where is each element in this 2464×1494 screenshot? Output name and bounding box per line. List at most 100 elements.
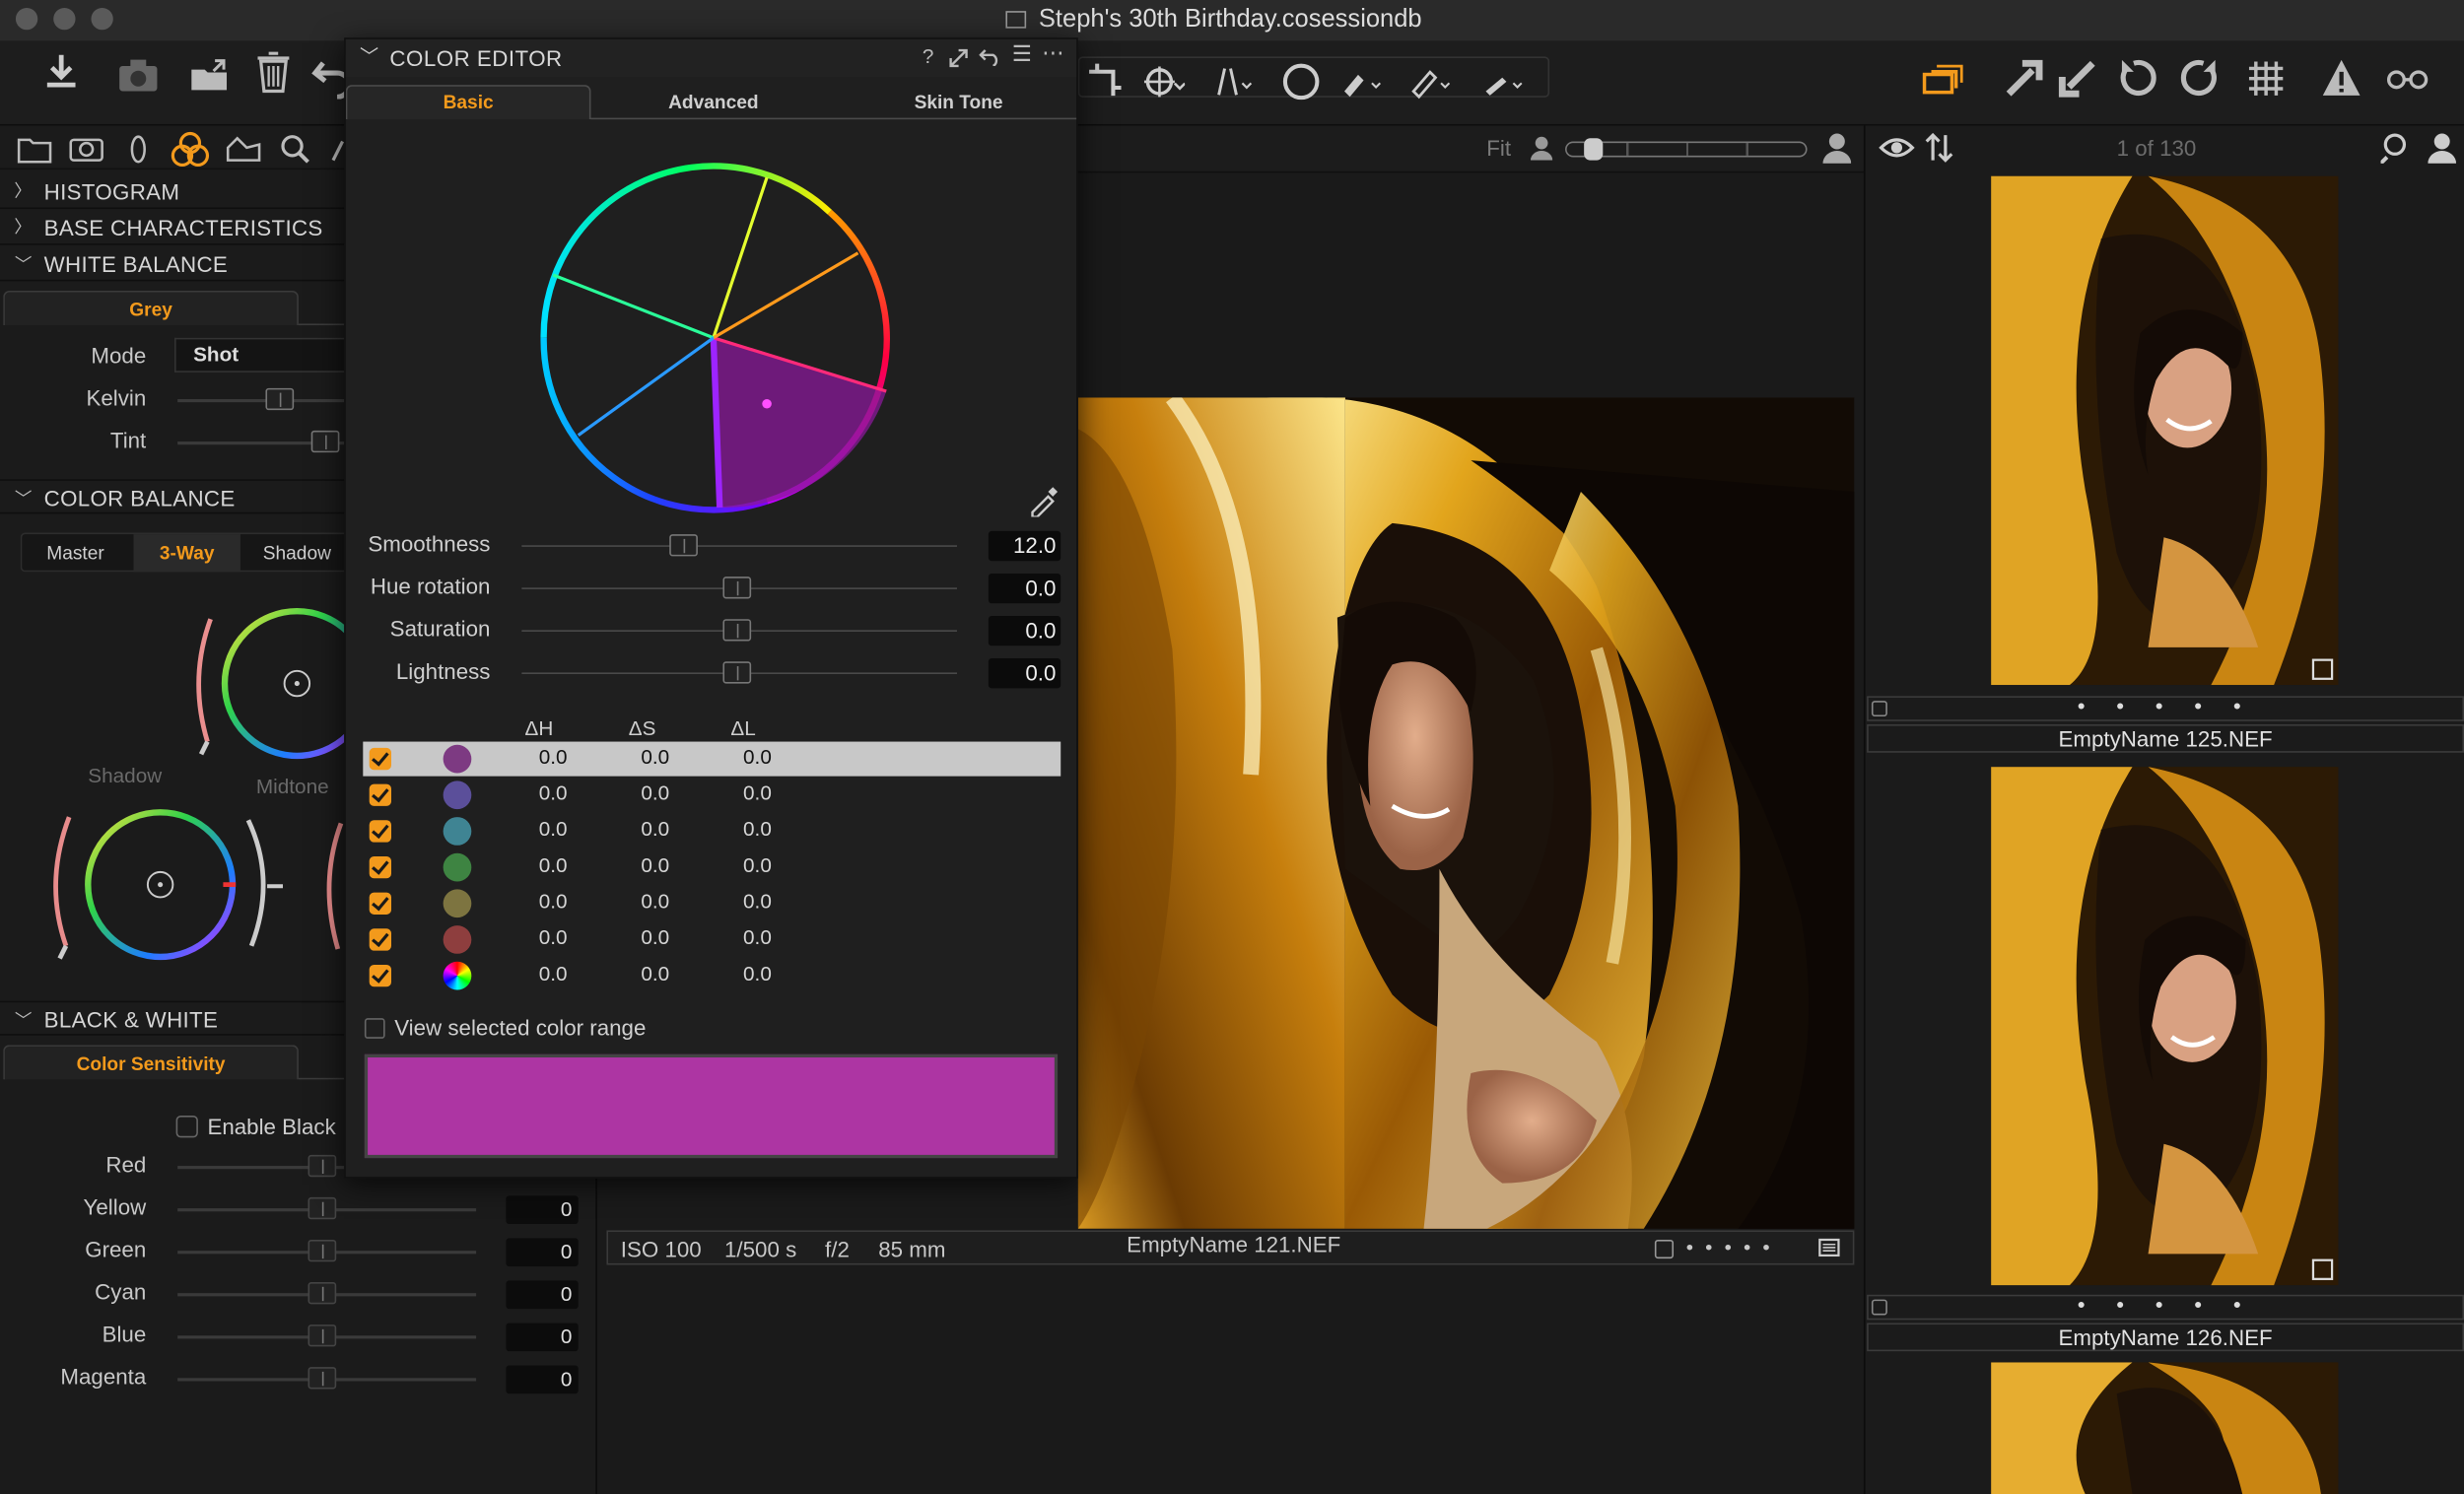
black-white-header[interactable]: 〉 BLACK & WHITE [0,1000,346,1036]
tab-skin-tone[interactable]: Skin Tone [836,87,1081,118]
tab-advanced[interactable]: Advanced [590,87,836,118]
color-range-row[interactable]: 0.0 0.0 0.0 [363,959,1061,993]
view-selected-range-checkbox[interactable] [364,1018,385,1039]
color-range-checkbox[interactable] [369,892,392,915]
picker-icon[interactable] [1480,60,1525,104]
color-editor-header[interactable]: 〉 COLOR EDITOR ? ☰ ⋯ [345,38,1077,78]
saturation-value[interactable]: 0.0 [988,616,1061,646]
exposure-icon[interactable] [226,134,261,163]
smoothness-slider-track[interactable] [521,545,957,547]
thumbnail-126[interactable] [1991,767,2339,1286]
smoothness-value[interactable]: 12.0 [988,530,1061,562]
color-range-swatch[interactable] [443,744,472,774]
color-range-row[interactable]: 0.0 0.0 0.0 [363,886,1061,920]
yellow-value[interactable]: 0 [506,1195,579,1225]
camera-tab-icon[interactable] [69,134,103,163]
yellow-slider-handle[interactable] [308,1196,337,1220]
hue-rotation-value[interactable]: 0.0 [988,573,1061,604]
color-range-row[interactable]: 0.0 0.0 0.0 [363,850,1061,885]
kelvin-slider-track[interactable] [177,398,346,403]
saturation-slider-handle[interactable] [722,619,752,642]
color-range-swatch[interactable] [443,925,472,954]
lightness-value[interactable]: 0.0 [988,658,1061,689]
viewer-rating[interactable]: • • • • • [1686,1235,1773,1258]
copy-adjustments-icon[interactable] [2002,56,2046,101]
cyan-slider-handle[interactable] [308,1282,337,1305]
enable-black-checkbox[interactable] [175,1116,198,1138]
kelvin-slider-handle[interactable] [265,387,295,411]
reset-icon[interactable] [2115,56,2159,101]
base-characteristics-header[interactable]: 〉 BASE CHARACTERISTICS [0,211,346,245]
apply-adjustments-icon[interactable] [2055,56,2099,101]
blue-slider-handle[interactable] [308,1324,337,1347]
layers-icon[interactable] [1920,56,1964,101]
import-icon[interactable] [39,50,84,95]
color-range-row[interactable]: 0.0 0.0 0.0 [363,922,1061,957]
tab-master[interactable]: Master [24,534,127,572]
color-range-checkbox[interactable] [369,855,392,879]
thumbnail-127[interactable] [1991,1362,2339,1494]
export-folder-icon[interactable] [188,53,233,98]
green-value[interactable]: 0 [506,1238,579,1267]
color-range-checkbox[interactable] [369,783,392,806]
color-range-row[interactable]: 0.0 0.0 0.0 [363,814,1061,849]
white-balance-header[interactable]: 〉 WHITE BALANCE [0,246,346,282]
viewer-select-checkbox[interactable] [1654,1239,1675,1259]
main-photo[interactable] [1077,397,1855,1229]
zoom-slider-handle[interactable] [1584,138,1604,161]
lightness-slider-handle[interactable] [722,661,752,684]
eraser-icon[interactable] [1408,60,1453,104]
user-icon[interactable] [2428,132,2457,164]
glasses-icon[interactable] [2385,56,2430,101]
trash-icon[interactable] [251,50,296,95]
rotate-icon[interactable] [1141,60,1186,104]
magenta-value[interactable]: 0 [506,1365,579,1394]
color-range-swatch[interactable] [443,852,472,882]
help-icon[interactable]: ? [923,44,934,68]
green-slider-handle[interactable] [308,1239,337,1262]
color-range-checkbox[interactable] [369,747,392,771]
menu-icon[interactable]: ☰ [1012,40,1032,67]
spot-circle-icon[interactable] [1279,60,1324,104]
tab-3-way[interactable]: 3-Way [133,534,240,573]
metadata-icon[interactable] [1818,1237,1840,1258]
grid-icon[interactable] [2244,56,2289,101]
red-slider-handle[interactable] [308,1154,337,1178]
warning-icon[interactable] [2319,56,2363,101]
sort-icon[interactable] [1925,132,1953,164]
midtone-color-wheel[interactable] [185,590,346,779]
redo-icon[interactable] [2178,56,2223,101]
brush-icon[interactable] [1338,60,1383,104]
reset-tool-icon[interactable] [979,47,1000,66]
color-picker-icon[interactable] [1028,482,1062,517]
mode-select[interactable]: Shot [173,337,346,373]
expand-icon[interactable] [949,48,968,68]
lens-icon[interactable] [129,134,148,166]
color-balance-header[interactable]: 〉 COLOR BALANCE [0,479,346,514]
tab-color-sensitivity[interactable]: Color Sensitivity [3,1045,299,1080]
search-icon[interactable] [2380,132,2413,164]
camera-icon[interactable] [116,53,161,98]
eye-icon[interactable] [1878,132,1915,164]
folder-icon[interactable] [17,135,52,164]
color-range-checkbox[interactable] [369,820,392,843]
highlight-wheel-partial[interactable] [319,817,346,958]
color-range-checkbox[interactable] [369,964,392,987]
color-range-row[interactable]: 0.0 0.0 0.0 [363,778,1061,812]
search-tab-icon[interactable] [280,134,311,166]
zoom-fit-label[interactable]: Fit [1486,135,1511,161]
shadow-color-wheel[interactable] [47,798,293,971]
color-icon[interactable] [170,130,210,168]
thumbnail-126-rating[interactable]: • • • • • [1867,1293,2464,1321]
tab-basic[interactable]: Basic [346,87,591,118]
smoothness-slider-handle[interactable] [669,534,698,557]
blue-value[interactable]: 0 [506,1323,579,1352]
color-range-checkbox[interactable] [369,928,392,951]
crop-icon[interactable] [1081,60,1126,104]
tab-shadow[interactable]: Shadow [245,534,349,572]
minimize-window-button[interactable] [53,7,76,31]
color-range-swatch[interactable] [443,781,472,810]
keystone-icon[interactable] [1210,60,1255,104]
cyan-value[interactable]: 0 [506,1280,579,1310]
tab-grey[interactable]: Grey [3,290,299,326]
